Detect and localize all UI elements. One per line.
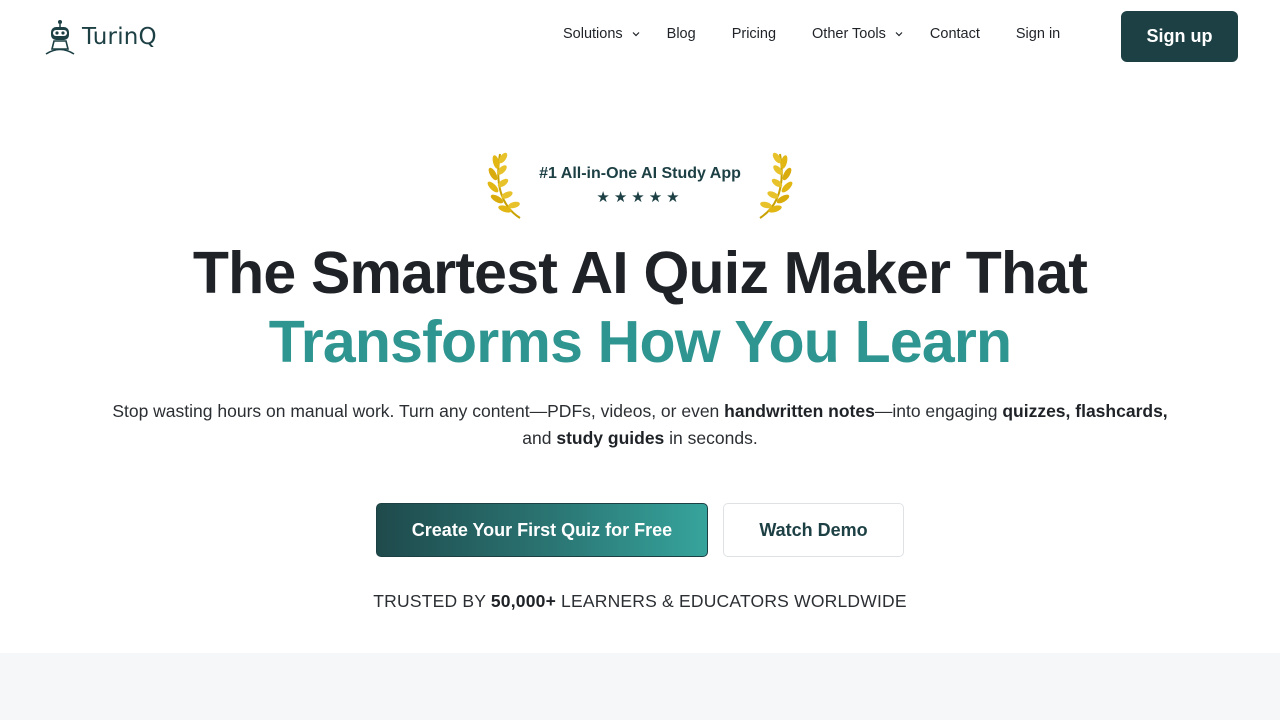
subtitle-text: and xyxy=(522,428,557,448)
sign-up-button[interactable]: Sign up xyxy=(1121,11,1238,62)
subtitle-text: —into engaging xyxy=(874,401,1003,421)
laurel-icon xyxy=(759,152,793,219)
nav-other-tools[interactable]: Other Tools xyxy=(812,26,904,42)
nav-blog-label: Blog xyxy=(666,26,696,42)
nav-other-tools-label: Other Tools xyxy=(812,26,886,42)
watch-demo-button[interactable]: Watch Demo xyxy=(723,503,904,557)
nav-solutions-label: Solutions xyxy=(563,26,623,42)
nav-sign-in[interactable]: Sign in xyxy=(1016,26,1060,42)
award-badge: #1 All-in-One AI Study App ★★★★★ xyxy=(486,148,794,222)
robot-logo-icon xyxy=(45,20,75,55)
main-nav: Solutions Blog Pricing Other Tools Conta… xyxy=(563,26,1060,42)
badge-text: #1 All-in-One AI Study App xyxy=(539,165,741,182)
subtitle-bold: handwritten notes xyxy=(724,401,875,421)
site-header: TurinQ Solutions Blog Pricing Other Tool… xyxy=(0,0,1280,74)
nav-sign-in-label: Sign in xyxy=(1015,26,1061,42)
nav-pricing-label: Pricing xyxy=(731,26,777,42)
nav-contact[interactable]: Contact xyxy=(930,26,980,42)
subtitle-text: in seconds. xyxy=(664,428,758,448)
subtitle-bold: study guides xyxy=(556,428,665,448)
chevron-down-icon xyxy=(632,32,640,37)
next-section-band xyxy=(0,653,1280,720)
chevron-down-icon xyxy=(895,32,903,37)
trust-suffix: LEARNERS & EDUCATORS WORLDWIDE xyxy=(556,591,907,611)
rating-stars: ★★★★★ xyxy=(596,189,684,206)
nav-blog[interactable]: Blog xyxy=(667,26,696,42)
subtitle-text: Stop wasting hours on manual work. Turn … xyxy=(112,401,725,421)
trust-prefix: TRUSTED BY xyxy=(373,591,491,611)
hero-subtitle: Stop wasting hours on manual work. Turn … xyxy=(40,398,1240,452)
trust-line: TRUSTED BY 50,000+ LEARNERS & EDUCATORS … xyxy=(0,591,1280,612)
nav-solutions[interactable]: Solutions xyxy=(563,26,641,42)
trust-count: 50,000+ xyxy=(490,591,556,611)
nav-pricing[interactable]: Pricing xyxy=(732,26,776,42)
create-quiz-button[interactable]: Create Your First Quiz for Free xyxy=(376,503,708,557)
laurel-icon xyxy=(487,152,521,219)
subtitle-bold: quizzes, flashcards, xyxy=(1002,401,1168,421)
hero-title-line1: The Smartest AI Quiz Maker That xyxy=(192,240,1088,306)
nav-contact-label: Contact xyxy=(929,26,980,42)
logo[interactable]: TurinQ xyxy=(42,19,157,55)
brand-name: TurinQ xyxy=(82,24,157,50)
hero-title-line2: Transforms How You Learn xyxy=(268,309,1012,375)
